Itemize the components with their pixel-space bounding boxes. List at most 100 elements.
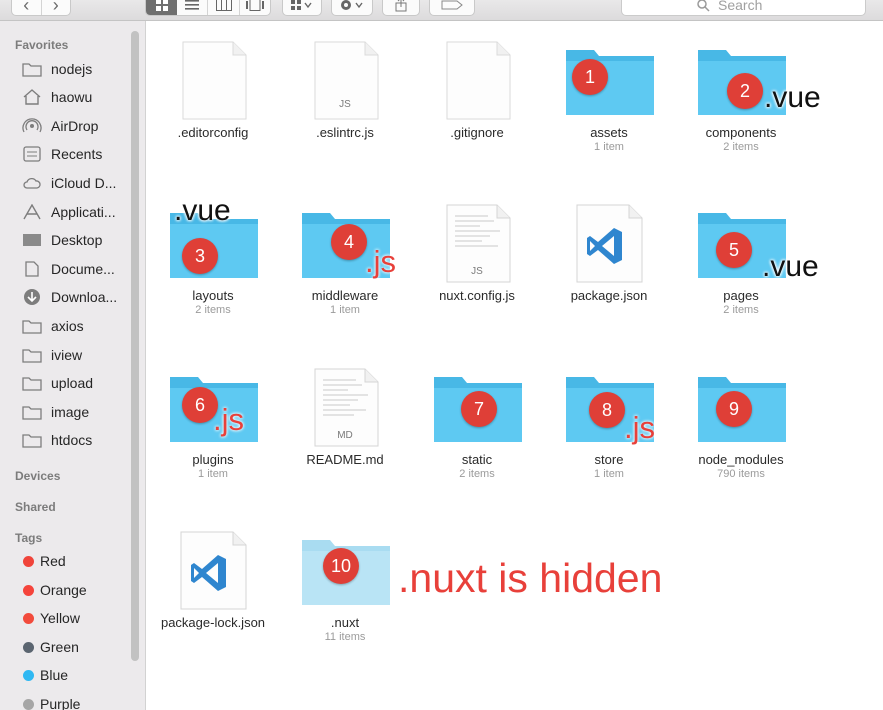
file-item[interactable]: 3 .vue layouts 2 items xyxy=(146,194,280,316)
vscode-document-icon xyxy=(180,531,247,610)
sidebar-tag-yellow[interactable]: Yellow xyxy=(16,605,126,631)
sidebar-item-nodejs[interactable]: nodejs xyxy=(22,56,132,82)
applications-icon xyxy=(23,204,41,220)
folder-icon xyxy=(22,377,42,391)
share-button[interactable] xyxy=(382,0,420,16)
sidebar: Favorites nodejs haowu AirDrop Recents i… xyxy=(0,21,146,710)
document-icon xyxy=(446,41,511,120)
forward-button[interactable]: › xyxy=(42,0,71,15)
file-item[interactable]: JS nuxt.config.js xyxy=(410,202,544,304)
file-item[interactable]: 4 .js middleware 1 item xyxy=(278,202,412,316)
sidebar-tag-green[interactable]: Green xyxy=(16,634,126,660)
file-item[interactable]: 5 .vue pages 2 items xyxy=(674,202,819,316)
recents-icon xyxy=(23,146,41,162)
file-item[interactable]: package.json xyxy=(542,202,676,304)
documents-icon xyxy=(25,261,39,277)
downloads-icon xyxy=(24,289,40,305)
sidebar-item-upload[interactable]: upload xyxy=(22,370,132,396)
sidebar-item-axios[interactable]: axios xyxy=(22,313,132,339)
file-item[interactable]: 7 static 2 items xyxy=(410,366,544,480)
search-input[interactable] xyxy=(716,0,790,14)
group-by-button[interactable] xyxy=(282,0,322,16)
edit-tags-button[interactable] xyxy=(429,0,475,16)
file-ext-label: JS xyxy=(471,266,483,277)
file-item[interactable]: 9 node_modules 790 items xyxy=(674,366,808,480)
home-icon xyxy=(23,89,41,105)
tag-icon xyxy=(441,0,463,10)
sidebar-item-icloud[interactable]: iCloud D... xyxy=(22,170,132,196)
vscode-document-icon xyxy=(576,204,643,283)
sidebar-item-documents[interactable]: Docume... xyxy=(22,256,132,282)
folder-icon xyxy=(22,349,42,363)
sidebar-scrollbar[interactable] xyxy=(131,31,139,661)
shared-header[interactable]: Shared xyxy=(15,500,56,514)
sidebar-item-haowu[interactable]: haowu xyxy=(22,84,132,110)
nav-buttons: ‹ › xyxy=(11,0,71,16)
favorites-header: Favorites xyxy=(15,38,69,52)
folder-icon xyxy=(22,63,42,77)
action-menu-button[interactable] xyxy=(331,0,373,16)
step-badge: 4 xyxy=(331,224,367,260)
step-badge: 3 xyxy=(182,238,218,274)
share-icon xyxy=(395,0,407,12)
tag-dot-icon xyxy=(23,555,34,567)
icon-view-button[interactable] xyxy=(146,0,178,15)
sidebar-tag-orange[interactable]: Orange xyxy=(16,577,126,603)
tag-dot-icon xyxy=(23,669,34,681)
file-item[interactable]: .editorconfig xyxy=(146,39,280,141)
file-item[interactable]: 6 .js plugins 1 item xyxy=(146,366,280,480)
extension-annotation: .js xyxy=(624,410,655,445)
sidebar-item-downloads[interactable]: Downloa... xyxy=(22,284,132,310)
file-item[interactable]: 8 .js store 1 item xyxy=(542,366,676,480)
folder-icon xyxy=(22,434,42,448)
hidden-folder-annotation: .nuxt is hidden xyxy=(398,555,663,601)
list-view-button[interactable] xyxy=(177,0,209,15)
view-mode-switcher xyxy=(145,0,271,16)
cloud-icon xyxy=(23,177,41,189)
step-badge: 7 xyxy=(461,391,497,427)
step-badge: 5 xyxy=(716,232,752,268)
sidebar-item-desktop[interactable]: Desktop xyxy=(22,227,132,253)
step-badge: 10 xyxy=(323,548,359,584)
sidebar-item-image[interactable]: image xyxy=(22,399,132,425)
file-item[interactable]: 2 .vue components 2 items xyxy=(674,39,821,153)
step-badge: 2 xyxy=(727,73,763,109)
sidebar-item-applications[interactable]: Applicati... xyxy=(22,199,132,225)
extension-annotation: .vue xyxy=(764,81,821,114)
folder-icon xyxy=(566,50,654,115)
columns-icon xyxy=(215,0,232,11)
file-icon-grid: .editorconfig JS .eslintrc.js .gitignore… xyxy=(146,21,883,710)
sidebar-item-airdrop[interactable]: AirDrop xyxy=(22,113,132,139)
file-item[interactable]: .gitignore xyxy=(410,39,544,141)
tag-dot-icon xyxy=(23,584,34,596)
sidebar-tag-red[interactable]: Red xyxy=(16,548,126,574)
file-item[interactable]: 1 assets 1 item xyxy=(542,39,676,153)
file-item[interactable]: JS .eslintrc.js xyxy=(278,39,412,141)
sidebar-tag-blue[interactable]: Blue xyxy=(16,662,126,688)
extension-annotation: .js xyxy=(213,402,244,437)
file-ext-label: JS xyxy=(339,99,351,110)
search-icon xyxy=(697,0,710,12)
sidebar-item-htdocs[interactable]: htdocs xyxy=(22,427,132,453)
finder-toolbar: ‹ › xyxy=(0,0,883,21)
step-badge: 9 xyxy=(716,391,752,427)
back-button[interactable]: ‹ xyxy=(12,0,42,15)
sidebar-item-recents[interactable]: Recents xyxy=(22,141,132,167)
tag-dot-icon xyxy=(23,612,34,624)
arrange-icon xyxy=(291,0,312,10)
devices-header[interactable]: Devices xyxy=(15,469,60,483)
search-field[interactable] xyxy=(621,0,866,16)
file-item[interactable]: package-lock.json xyxy=(146,529,280,631)
extension-annotation: .vue xyxy=(174,194,231,227)
sidebar-tag-purple[interactable]: Purple xyxy=(16,691,126,710)
gallery-view-button[interactable] xyxy=(240,0,270,15)
column-view-button[interactable] xyxy=(208,0,240,15)
file-item[interactable]: MD README.md xyxy=(278,366,412,468)
folder-icon xyxy=(22,406,42,420)
sidebar-item-iview[interactable]: iview xyxy=(22,342,132,368)
folder-icon xyxy=(22,320,42,334)
tags-header: Tags xyxy=(15,531,43,545)
grid-icon xyxy=(155,0,168,11)
file-item[interactable]: 10 .nuxt 11 items xyxy=(278,529,412,643)
gear-icon xyxy=(341,0,363,10)
